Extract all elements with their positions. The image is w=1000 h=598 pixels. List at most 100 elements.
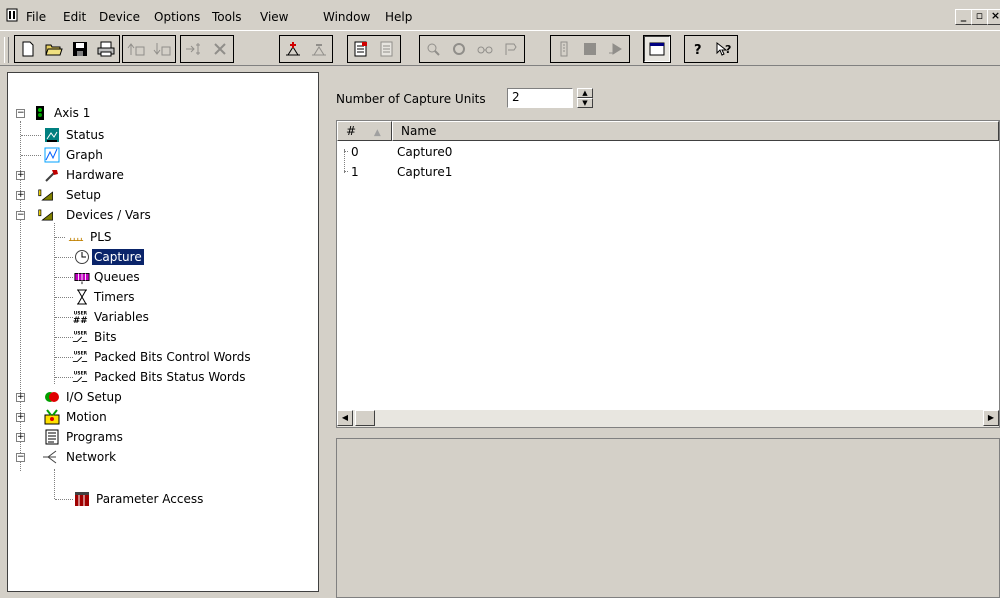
menu-edit[interactable]: Edit	[63, 9, 86, 25]
tree-item-motion[interactable]: Motion	[64, 407, 109, 427]
horizontal-scrollbar[interactable]: ◀ ▶	[337, 410, 999, 427]
menu-view[interactable]: View	[260, 9, 288, 25]
help-icon[interactable]: ?	[685, 36, 711, 62]
capture-icon	[75, 250, 89, 264]
open-folder-icon[interactable]	[41, 36, 67, 62]
menu-file[interactable]: File	[26, 9, 46, 25]
pls-icon	[68, 237, 84, 241]
tree-item-status[interactable]: Status	[64, 125, 106, 145]
zoom-icon[interactable]	[420, 36, 446, 62]
menu-window[interactable]: Window	[323, 9, 370, 25]
tree-item-parameter-access[interactable]: Parameter Access	[94, 489, 205, 509]
record-icon[interactable]	[551, 36, 577, 62]
devices-vars-icon	[38, 209, 53, 221]
svg-text:USER: USER	[74, 330, 88, 336]
upload-icon[interactable]	[123, 36, 149, 62]
tree-item-bits[interactable]: Bits	[92, 327, 119, 347]
capture-units-spinner: ▲ ▼	[577, 88, 593, 108]
app-icon[interactable]	[6, 8, 18, 22]
download-icon[interactable]	[149, 36, 175, 62]
svg-text:?: ?	[725, 43, 731, 56]
queues-icon	[74, 273, 90, 285]
expand-toggle[interactable]: +	[16, 171, 25, 180]
toolbar-group-edit	[180, 35, 234, 63]
stop-icon[interactable]	[577, 36, 603, 62]
tree-item-hardware[interactable]: Hardware	[64, 165, 126, 185]
collapse-toggle[interactable]: −	[16, 211, 25, 220]
toolbar-group-tools	[419, 35, 525, 63]
tree-item-setup[interactable]: Setup	[64, 185, 103, 205]
timers-icon	[77, 289, 87, 305]
io-setup-icon	[45, 392, 59, 402]
tree-item-queues[interactable]: Queues	[92, 267, 142, 287]
restore-button[interactable]: ▫	[971, 9, 988, 25]
graph-icon	[44, 147, 60, 163]
collapse-toggle[interactable]: −	[16, 109, 25, 118]
expand-toggle[interactable]: +	[16, 433, 25, 442]
menu-device[interactable]: Device	[99, 9, 140, 25]
menu-tools[interactable]: Tools	[212, 9, 242, 25]
column-header-name[interactable]: Name	[392, 121, 999, 141]
window-icon[interactable]	[644, 36, 670, 62]
tree-item-packed-bits-control-words[interactable]: Packed Bits Control Words	[92, 347, 253, 367]
menu-bar: File Edit Device Options Tools View Wind…	[0, 0, 1000, 30]
column-header-index[interactable]: # ▲	[337, 121, 392, 141]
capture-units-label: Number of Capture Units	[336, 92, 486, 106]
menu-help[interactable]: Help	[385, 9, 412, 25]
tree-item-io-setup[interactable]: I/O Setup	[64, 387, 124, 407]
packed-bits-status-icon: USER	[72, 370, 88, 382]
expand-toggle[interactable]: +	[16, 191, 25, 200]
remove-icon[interactable]	[306, 36, 332, 62]
programs-icon	[45, 429, 59, 445]
page-properties-icon[interactable]	[374, 36, 400, 62]
axis-icon	[36, 106, 44, 120]
tree-item-graph[interactable]: Graph	[64, 145, 105, 165]
toolbar-group-run	[550, 35, 630, 63]
status-icon	[45, 128, 59, 142]
add-icon[interactable]	[280, 36, 306, 62]
refresh-icon[interactable]	[446, 36, 472, 62]
scroll-thumb[interactable]	[355, 410, 375, 426]
expand-toggle[interactable]: +	[16, 393, 25, 402]
tree-item-capture[interactable]: Capture	[92, 247, 144, 267]
print-icon[interactable]	[93, 36, 119, 62]
play-icon[interactable]	[603, 36, 629, 62]
detail-panel	[336, 438, 1000, 598]
page-icon[interactable]	[348, 36, 374, 62]
context-help-icon[interactable]: ?	[711, 36, 737, 62]
glasses-icon[interactable]	[472, 36, 498, 62]
save-icon[interactable]	[67, 36, 93, 62]
collapse-toggle[interactable]: −	[16, 453, 25, 462]
tree-item-variables[interactable]: Variables	[92, 307, 151, 327]
tree-item-timers[interactable]: Timers	[92, 287, 137, 307]
delete-icon[interactable]	[207, 36, 233, 62]
menu-options[interactable]: Options	[154, 9, 200, 25]
expand-toggle[interactable]: +	[16, 413, 25, 422]
svg-text:?: ?	[694, 43, 702, 57]
tree-item-network[interactable]: Network	[64, 447, 118, 467]
scroll-right-icon[interactable]: ▶	[983, 410, 999, 426]
capture-units-input[interactable]: 2	[507, 88, 573, 108]
close-button[interactable]: ×	[987, 9, 1000, 25]
toolbar-grip[interactable]	[4, 37, 9, 63]
probe-icon[interactable]	[498, 36, 524, 62]
svg-text:##: ##	[73, 316, 88, 325]
tree-item-axis-1[interactable]: Axis 1	[52, 103, 92, 123]
tree-panel: − Axis 1 Status Graph + Hardware + Setup…	[7, 72, 319, 592]
spin-up-icon[interactable]: ▲	[577, 88, 593, 98]
toolbar-group-pages	[347, 35, 401, 63]
new-document-icon[interactable]	[15, 36, 41, 62]
capture-panel: Number of Capture Units 2 ▲ ▼ # ▲ Name 0…	[328, 72, 1000, 598]
minimize-button[interactable]: _	[955, 9, 972, 25]
spin-down-icon[interactable]: ▼	[577, 98, 593, 108]
tree-item-programs[interactable]: Programs	[64, 427, 125, 447]
toolbar-group-window	[643, 35, 671, 63]
tree-item-devices-vars[interactable]: Devices / Vars	[64, 205, 153, 225]
tree-item-packed-bits-status-words[interactable]: Packed Bits Status Words	[92, 367, 247, 387]
capture-list: # ▲ Name 0 Capture0 1 Capture1 ◀ ▶	[336, 120, 1000, 428]
insert-icon[interactable]	[181, 36, 207, 62]
scroll-left-icon[interactable]: ◀	[337, 410, 353, 426]
tree-item-pls[interactable]: PLS	[88, 227, 114, 247]
toolbar-group-items	[279, 35, 333, 63]
parameter-access-icon	[75, 492, 89, 506]
